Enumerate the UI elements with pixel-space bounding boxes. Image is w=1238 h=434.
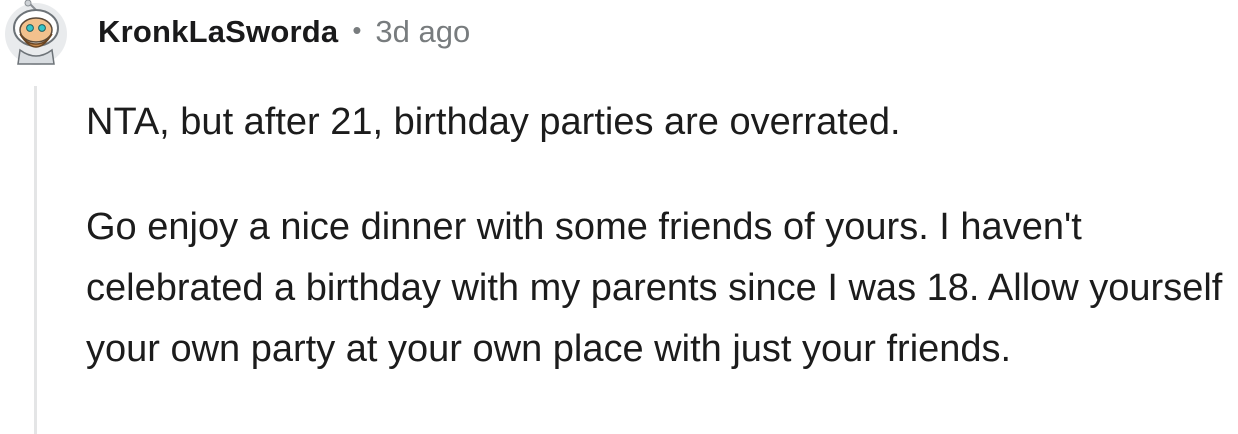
meta-separator: • — [352, 14, 362, 45]
comment: KronkLaSworda • 3d ago NTA, but after 21… — [0, 0, 1238, 434]
timestamp-link[interactable]: 3d ago — [375, 14, 470, 50]
comment-paragraph: Go enjoy a nice dinner with some friends… — [86, 206, 1223, 370]
thread-collapse-line[interactable] — [34, 86, 37, 434]
comment-paragraph: NTA, but after 21, birthday parties are … — [86, 101, 901, 143]
comment-body: NTA, but after 21, birthday parties are … — [86, 92, 1236, 380]
username-link[interactable]: KronkLaSworda — [98, 14, 338, 50]
user-avatar-icon[interactable] — [0, 0, 70, 66]
comment-header: KronkLaSworda • 3d ago — [98, 10, 470, 54]
snoo-avatar-icon — [5, 0, 67, 65]
